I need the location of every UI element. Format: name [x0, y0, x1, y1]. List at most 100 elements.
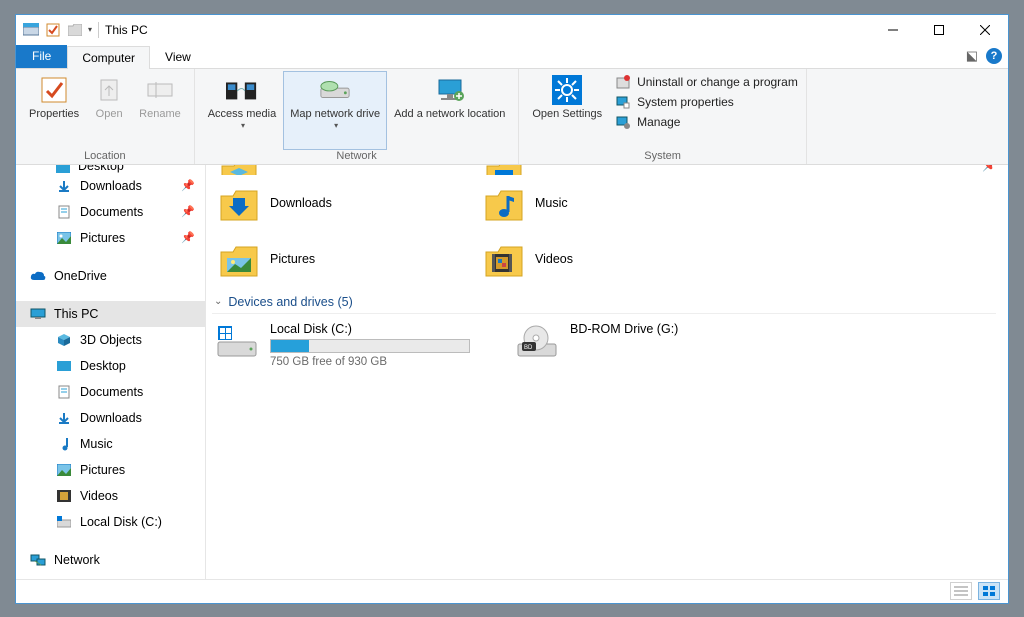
qat-dropdown-icon[interactable]: ▾	[88, 25, 92, 34]
access-media-icon	[226, 74, 258, 106]
open-settings-button[interactable]: Open Settings	[525, 71, 609, 150]
drive-item-local-disk[interactable]: Local Disk (C:) 750 GB free of 930 GB	[216, 322, 476, 368]
manage-icon	[615, 114, 631, 130]
details-view-button[interactable]	[950, 582, 972, 600]
downloads-icon	[56, 410, 72, 426]
uninstall-icon	[615, 74, 631, 90]
folder-item-videos[interactable]: Videos	[481, 231, 746, 287]
manage-button[interactable]: Manage	[613, 113, 800, 131]
nav-item-onedrive[interactable]: OneDrive	[16, 263, 205, 289]
settings-gear-icon	[551, 74, 583, 106]
nav-item-this-pc[interactable]: This PC	[16, 301, 205, 327]
nav-item-documents-q[interactable]: Documents📌	[16, 199, 205, 225]
nav-item-documents[interactable]: Documents	[16, 379, 205, 405]
content-area[interactable]: Downloads Music Pictures	[206, 165, 1008, 579]
drive-item-bdrom[interactable]: BD BD-ROM Drive (G:)	[516, 322, 776, 368]
navigation-pane[interactable]: Desktop 📌 Downloads📌 Documents📌 Pictures…	[16, 165, 206, 579]
drive-usage-bar	[270, 339, 470, 353]
desktop-icon	[56, 358, 72, 374]
status-bar	[16, 579, 1008, 603]
titlebar: ▾ This PC	[16, 15, 1008, 45]
open-icon	[93, 74, 125, 106]
nav-item-pictures-q[interactable]: Pictures📌	[16, 225, 205, 251]
network-icon	[30, 552, 46, 568]
pictures-icon	[56, 230, 72, 246]
pin-icon: 📌	[181, 179, 195, 192]
map-network-drive-button[interactable]: Map network drive▾	[283, 71, 387, 150]
rename-button: Rename	[132, 71, 188, 150]
maximize-button[interactable]	[916, 15, 962, 45]
ribbon-group-network-label: Network	[201, 150, 513, 164]
music-icon	[56, 436, 72, 452]
window-title: This PC	[105, 23, 148, 37]
ribbon-group-location-label: Location	[22, 150, 188, 164]
drive-free-text: 750 GB free of 930 GB	[270, 356, 476, 368]
minimize-ribbon-icon[interactable]: ⬕	[966, 48, 978, 64]
folder-item-pictures[interactable]: Pictures	[216, 231, 481, 287]
ribbon: Properties Open Rename Location	[16, 69, 1008, 165]
close-button[interactable]	[962, 15, 1008, 45]
pictures-icon	[56, 462, 72, 478]
devices-section-header[interactable]: ⌄ Devices and drives (5)	[212, 287, 996, 314]
properties-qat-icon[interactable]	[44, 21, 62, 39]
file-explorer-window: ▾ This PC File Computer View ⬕ ?	[15, 14, 1009, 604]
properties-button[interactable]: Properties	[22, 71, 86, 150]
pin-icon: 📌	[181, 231, 195, 244]
view-tab[interactable]: View	[150, 45, 206, 68]
folder-item[interactable]	[216, 165, 481, 175]
nav-item-local-disk[interactable]: Local Disk (C:)	[16, 509, 205, 535]
system-properties-button[interactable]: System properties	[613, 93, 800, 111]
objects3d-icon	[56, 332, 72, 348]
downloads-icon	[56, 178, 72, 194]
nav-item-3d-objects[interactable]: 3D Objects	[16, 327, 205, 353]
folder-item-music[interactable]: Music	[481, 175, 746, 231]
nav-item-network[interactable]: Network	[16, 547, 205, 573]
desktop-large-icon	[483, 165, 525, 175]
downloads-large-icon	[218, 182, 260, 224]
local-disk-icon	[216, 322, 258, 364]
ribbon-group-system: Open Settings Uninstall or change a prog…	[519, 69, 806, 164]
ribbon-tabs: File Computer View ⬕ ?	[16, 45, 1008, 69]
drive-icon	[56, 514, 72, 530]
add-network-location-button[interactable]: Add a network location	[387, 71, 512, 150]
videos-large-icon	[483, 238, 525, 280]
app-icon	[22, 21, 40, 39]
pictures-large-icon	[218, 238, 260, 280]
quick-access-toolbar: ▾	[22, 21, 92, 39]
properties-icon	[38, 74, 70, 106]
window-controls	[870, 15, 1008, 45]
nav-item-music[interactable]: Music	[16, 431, 205, 457]
nav-item-downloads-q[interactable]: Downloads📌	[16, 173, 205, 199]
explorer-body: Desktop 📌 Downloads📌 Documents📌 Pictures…	[16, 165, 1008, 579]
new-folder-qat-icon[interactable]	[66, 21, 84, 39]
documents-icon	[56, 384, 72, 400]
pin-icon: 📌	[181, 205, 195, 218]
svg-text:BD: BD	[524, 345, 533, 351]
nav-item-downloads[interactable]: Downloads	[16, 405, 205, 431]
rename-icon	[144, 74, 176, 106]
help-icon[interactable]: ?	[986, 48, 1002, 64]
music-large-icon	[483, 182, 525, 224]
folder-item-downloads[interactable]: Downloads	[216, 175, 481, 231]
this-pc-icon	[30, 306, 46, 322]
ribbon-group-network: Access media▾ Map network drive▾ Add a n…	[195, 69, 520, 164]
onedrive-icon	[30, 268, 46, 284]
add-network-location-icon	[434, 74, 466, 106]
file-tab[interactable]: File	[16, 45, 67, 68]
access-media-button[interactable]: Access media▾	[201, 71, 283, 150]
folder-item[interactable]	[481, 165, 746, 175]
large-icons-view-button[interactable]	[978, 582, 1000, 600]
system-properties-icon	[615, 94, 631, 110]
open-button: Open	[86, 71, 132, 150]
minimize-button[interactable]	[870, 15, 916, 45]
uninstall-program-button[interactable]: Uninstall or change a program	[613, 73, 800, 91]
bdrom-icon: BD	[516, 322, 558, 364]
nav-item-desktop[interactable]: Desktop	[16, 353, 205, 379]
documents-icon	[56, 204, 72, 220]
ribbon-group-system-label: System	[525, 150, 799, 164]
nav-item-pictures[interactable]: Pictures	[16, 457, 205, 483]
nav-item-videos[interactable]: Videos	[16, 483, 205, 509]
ribbon-group-location: Properties Open Rename Location	[16, 69, 195, 164]
computer-tab[interactable]: Computer	[67, 46, 150, 69]
nav-item-desktop-cut[interactable]: Desktop 📌	[16, 165, 205, 173]
